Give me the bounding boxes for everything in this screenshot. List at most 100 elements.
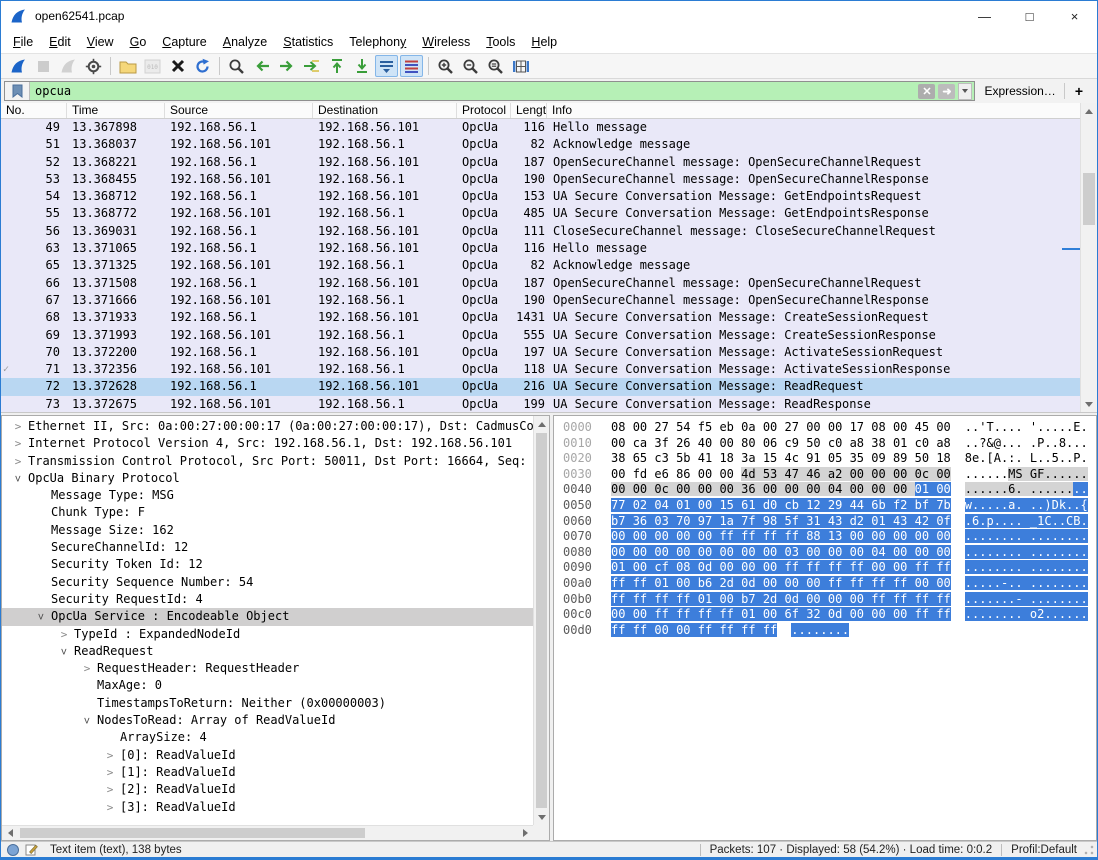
hex-bytes[interactable]: 38 65 c3 5b 41 18 3a 15 4c 91 05 35 09 8… [611,451,951,467]
hex-row[interactable]: 00a0ff ff 01 00 b6 2d 0d 00 00 00 ff ff … [563,576,1096,592]
display-filter-input[interactable]: opcua [30,82,915,100]
menu-file[interactable]: File [5,33,41,51]
chevron-collapsed-icon[interactable]: > [54,626,74,643]
hex-ascii[interactable]: ......MS GF...... [965,467,1088,483]
resize-grip[interactable] [1083,844,1095,856]
tree-row[interactable]: ArraySize: 4 [2,729,533,746]
scroll-down-arrow[interactable] [534,809,549,825]
hex-bytes[interactable]: 08 00 27 54 f5 eb 0a 00 27 00 00 17 08 0… [611,420,951,436]
packet-row-54[interactable]: 5413.368712192.168.56.1192.168.56.101Opc… [1,188,1080,205]
scroll-left-arrow[interactable] [2,826,18,840]
tree-row[interactable]: Security Sequence Number: 54 [2,574,533,591]
save-file-button[interactable]: 010 [141,55,164,77]
menu-capture[interactable]: Capture [154,33,214,51]
hex-row[interactable]: 005077 02 04 01 00 15 61 d0 cb 12 29 44 … [563,498,1096,514]
packet-row-65[interactable]: 6513.371325192.168.56.101192.168.56.1Opc… [1,257,1080,274]
tree-row[interactable]: >[0]: ReadValueId [2,747,533,764]
hex-bytes[interactable]: 01 00 cf 08 0d 00 00 00 ff ff ff ff 00 0… [611,560,951,576]
go-last-packet-button[interactable] [350,55,373,77]
packet-row-52[interactable]: 5213.368221192.168.56.1192.168.56.101Opc… [1,154,1080,171]
menu-tools[interactable]: Tools [478,33,523,51]
restart-capture-button[interactable] [57,55,80,77]
scrollbar-thumb[interactable] [1083,173,1095,225]
chevron-collapsed-icon[interactable]: > [8,453,28,470]
hex-bytes[interactable]: 77 02 04 01 00 15 61 d0 cb 12 29 44 6b f… [611,498,951,514]
column-header-info[interactable]: Info [547,103,1097,118]
column-header-protocol[interactable]: Protocol [457,103,511,118]
hex-bytes[interactable]: b7 36 03 70 97 1a 7f 98 5f 31 43 d2 01 4… [611,514,951,530]
hex-ascii[interactable]: ..?&@... .P..8... [965,436,1088,452]
packet-row-55[interactable]: 5513.368772192.168.56.101192.168.56.1Opc… [1,205,1080,222]
expression-button[interactable]: Expression… [975,84,1063,98]
auto-scroll-toggle[interactable] [375,55,398,77]
hex-bytes[interactable]: 00 00 00 00 00 ff ff ff ff 88 13 00 00 0… [611,529,951,545]
tree-row[interactable]: Security RequestId: 4 [2,591,533,608]
menu-statistics[interactable]: Statistics [275,33,341,51]
zoom-reset-button[interactable] [484,55,507,77]
tree-row[interactable]: Security Token Id: 12 [2,556,533,573]
hex-row[interactable]: 002038 65 c3 5b 41 18 3a 15 4c 91 05 35 … [563,451,1096,467]
menu-help[interactable]: Help [523,33,565,51]
hex-row[interactable]: 00d0ff ff 00 00 ff ff ff ff........ [563,623,1096,639]
tree-row[interactable]: >[2]: ReadValueId [2,781,533,798]
tree-row[interactable]: >[3]: ReadValueId [2,799,533,816]
scrollbar-thumb[interactable] [536,433,547,808]
find-packet-button[interactable] [225,55,248,77]
hex-ascii[interactable]: .6.p.... _1C..CB. [965,514,1088,530]
hex-row[interactable]: 004000 00 0c 00 00 00 36 00 00 00 04 00 … [563,482,1096,498]
chevron-expanded-icon[interactable]: > [9,469,26,489]
minimize-button[interactable]: — [962,1,1007,31]
menu-go[interactable]: Go [122,33,155,51]
reload-file-button[interactable] [191,55,214,77]
profile-selector[interactable]: Profil:Default [1007,844,1081,856]
tree-row[interactable]: Message Type: MSG [2,487,533,504]
hex-row[interactable]: 00b0ff ff ff ff 01 00 b7 2d 0d 00 00 00 … [563,592,1096,608]
chevron-collapsed-icon[interactable]: > [100,747,120,764]
tree-row[interactable]: TimestampsToReturn: Neither (0x00000003) [2,695,533,712]
tree-row[interactable]: >OpcUa Service : Encodeable Object [2,608,533,625]
tree-row[interactable]: >ReadRequest [2,643,533,660]
tree-row[interactable]: >Internet Protocol Version 4, Src: 192.1… [2,435,533,452]
column-header-destination[interactable]: Destination [313,103,457,118]
go-previous-packet-button[interactable] [250,55,273,77]
menu-view[interactable]: View [79,33,122,51]
hex-ascii[interactable]: ........ [791,623,849,639]
chevron-collapsed-icon[interactable]: > [100,799,120,816]
chevron-collapsed-icon[interactable]: > [8,418,28,435]
resize-columns-button[interactable] [509,55,532,77]
tree-row[interactable]: >NodesToRead: Array of ReadValueId [2,712,533,729]
capture-comment-icon[interactable] [25,843,38,856]
close-file-button[interactable] [166,55,189,77]
packet-row-68[interactable]: 6813.371933192.168.56.1192.168.56.101Opc… [1,309,1080,326]
hex-ascii[interactable]: .......- ........ [965,592,1088,608]
open-file-button[interactable] [116,55,139,77]
hex-bytes[interactable]: ff ff 01 00 b6 2d 0d 00 00 00 ff ff ff f… [611,576,951,592]
hex-bytes[interactable]: 00 00 00 00 00 00 00 00 03 00 00 00 04 0… [611,545,951,561]
hex-ascii[interactable]: ........ ........ [965,545,1088,561]
tree-row[interactable]: Message Size: 162 [2,522,533,539]
filter-apply-button[interactable]: ➜ [938,84,955,99]
packet-row-66[interactable]: 6613.371508192.168.56.1192.168.56.101Opc… [1,275,1080,292]
chevron-expanded-icon[interactable]: > [78,711,95,731]
hex-row[interactable]: 001000 ca 3f 26 40 00 80 06 c9 50 c0 a8 … [563,436,1096,452]
filter-clear-button[interactable]: ✕ [918,84,935,99]
hex-ascii[interactable]: w.....a. ..)Dk..{ [965,498,1088,514]
scroll-up-arrow[interactable] [534,416,549,432]
packet-row-63[interactable]: 6313.371065192.168.56.1192.168.56.101Opc… [1,240,1080,257]
packet-row-53[interactable]: 5313.368455192.168.56.101192.168.56.1Opc… [1,171,1080,188]
packet-row-51[interactable]: 5113.368037192.168.56.101192.168.56.1Opc… [1,136,1080,153]
tree-row[interactable]: MaxAge: 0 [2,677,533,694]
filter-bookmark-button[interactable] [5,82,30,100]
hex-ascii[interactable]: ........ o2...... [965,607,1088,623]
hex-row[interactable]: 008000 00 00 00 00 00 00 00 03 00 00 00 … [563,545,1096,561]
menu-telephony[interactable]: Telephony [341,33,414,51]
packet-row-69[interactable]: 6913.371993192.168.56.101192.168.56.1Opc… [1,327,1080,344]
packet-row-72[interactable]: 7213.372628192.168.56.1192.168.56.101Opc… [1,378,1080,395]
chevron-collapsed-icon[interactable]: > [77,660,97,677]
hex-ascii[interactable]: .....-.. ........ [965,576,1088,592]
zoom-out-button[interactable] [459,55,482,77]
hex-row[interactable]: 0060b7 36 03 70 97 1a 7f 98 5f 31 43 d2 … [563,514,1096,530]
maximize-button[interactable]: □ [1007,1,1052,31]
packet-row-56[interactable]: 5613.369031192.168.56.1192.168.56.101Opc… [1,223,1080,240]
hex-bytes[interactable]: ff ff ff ff 01 00 b7 2d 0d 00 00 00 ff f… [611,592,951,608]
